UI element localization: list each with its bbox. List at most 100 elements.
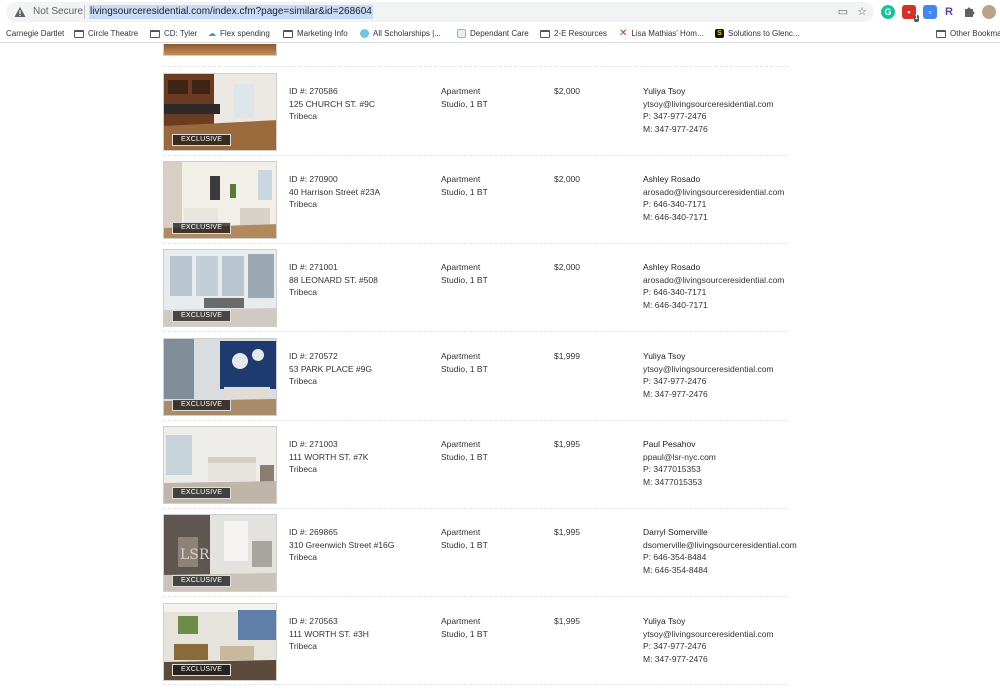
listing-neighborhood: Tribeca [289, 287, 318, 298]
agent-mobile: M: 646-340-7171 [643, 299, 708, 310]
star-icon[interactable]: ☆ [855, 5, 869, 19]
bookmark-marketing-info[interactable]: Marketing Info [283, 27, 348, 40]
cloud-icon: ☁ [208, 29, 216, 38]
listing-address[interactable]: 40 Harrison Street #23A [289, 186, 380, 199]
x-icon: ✕ [619, 28, 628, 39]
listing-photo[interactable]: LSR EXCLUSIVE [163, 514, 277, 592]
listing-type: Apartment [441, 86, 481, 96]
listing-row[interactable]: EXCLUSIVE ID #: 270572 53 PARK PLACE #9G… [163, 338, 813, 426]
exclusive-badge: EXCLUSIVE [172, 310, 232, 322]
listing-row[interactable]: EXCLUSIVE ID #: 270586 125 CHURCH ST. #9… [163, 73, 813, 161]
browser-toolbar: Not Secure livingsourceresidential.com/i… [0, 0, 1000, 24]
listing-id: ID #: 269865 [289, 527, 338, 537]
bookmark-label: Circle Theatre [88, 29, 139, 38]
listing-photo[interactable]: EXCLUSIVE [163, 161, 277, 239]
listing-neighborhood: Tribeca [289, 376, 318, 387]
listing-photo[interactable]: EXCLUSIVE [163, 338, 277, 416]
listing-photo[interactable]: EXCLUSIVE [163, 426, 277, 504]
bookmark-label: Flex spending [220, 29, 270, 38]
listings-container: EXCLUSIVE ID #: 270586 125 CHURCH ST. #9… [0, 44, 1000, 692]
listing-type-info: Apartment Studio, 1 BT [441, 526, 488, 551]
listing-agent-info: Ashley Rosado arosado@livingsourcereside… [643, 261, 784, 311]
listing-neighborhood: Tribeca [289, 464, 318, 475]
listing-row[interactable]: LSR EXCLUSIVE ID #: 269865 310 Greenwich… [163, 514, 813, 602]
extension-badge: 1 [913, 15, 919, 22]
address-bar[interactable]: Not Secure livingsourceresidential.com/i… [6, 2, 874, 22]
bookmark-dependant-care[interactable]: Dependant Care [457, 27, 529, 40]
bookmark-all-scholarships[interactable]: All Scholarships |... [360, 27, 441, 40]
listing-type-info: Apartment Studio, 1 BT [441, 85, 488, 110]
bookmark-label: Solutions to Glenc... [728, 29, 800, 38]
listing-row[interactable]: EXCLUSIVE ID #: 270900 40 Harrison Stree… [163, 161, 813, 249]
grammarly-icon[interactable]: G [881, 5, 895, 19]
listing-type: Apartment [441, 174, 481, 184]
bookmark-label: CD: Tyler [164, 29, 198, 38]
listing-agent-info: Paul Pesahov ppaul@lsr-nyc.com P: 347701… [643, 438, 716, 488]
bookmark-carnegie-dartlet[interactable]: Carnegie Dartlet [6, 27, 64, 40]
listing-address[interactable]: 111 WORTH ST. #3H [289, 628, 369, 641]
bookmark-other-bookmarks[interactable]: Other Bookmarks [936, 27, 1000, 40]
listing-size: Studio, 1 BT [441, 186, 488, 197]
listing-price: $2,000 [554, 86, 580, 96]
bookmark-label: Lisa Mathias' Hom... [631, 29, 704, 38]
extension-blue-icon[interactable]: ▫ [923, 5, 937, 19]
listing-photo[interactable]: EXCLUSIVE [163, 73, 277, 151]
listing-id: ID #: 270572 [289, 351, 338, 361]
listing-row[interactable]: EXCLUSIVE ID #: 271001 88 LEONARD ST. #5… [163, 249, 813, 337]
agent-phone: P: 347-977-2476 [643, 641, 707, 652]
bookmark-circle-theatre[interactable]: Circle Theatre [74, 27, 138, 40]
divider [163, 243, 788, 244]
extension-red-icon[interactable]: ▪ 1 [902, 5, 919, 22]
listing-address[interactable]: 88 LEONARD ST. #508 [289, 274, 378, 287]
bookmark-lisa-mathias[interactable]: ✕ Lisa Mathias' Hom... [619, 27, 704, 40]
puzzle-icon[interactable] [962, 5, 976, 19]
listing-address[interactable]: 111 WORTH ST. #7K [289, 451, 368, 464]
extension-r-icon[interactable]: R [942, 5, 956, 19]
listing-type: Apartment [441, 527, 481, 537]
previous-listing-photo[interactable] [163, 44, 277, 56]
agent-email[interactable]: ytsoy@livingsourceresidential.com [643, 363, 774, 376]
agent-mobile: M: 646-354-8484 [643, 564, 708, 575]
not-secure-label[interactable]: Not Secure [33, 6, 83, 18]
agent-email[interactable]: dsomerville@livingsourceresidential.com [643, 539, 797, 552]
agent-name: Paul Pesahov [643, 439, 696, 449]
listing-info: ID #: 269865 310 Greenwich Street #16G T… [289, 526, 394, 564]
listing-row[interactable]: EXCLUSIVE ID #: 270563 111 WORTH ST. #3H… [163, 603, 813, 691]
listing-address[interactable]: 310 Greenwich Street #16G [289, 539, 394, 552]
bookmark-cd-tyler[interactable]: CD: Tyler [150, 27, 197, 40]
bookmark-solutions-glencoe[interactable]: S Solutions to Glenc... [715, 27, 800, 40]
listing-price: $1,999 [554, 351, 580, 361]
profile-avatar[interactable] [982, 5, 996, 19]
divider [163, 684, 788, 685]
divider [163, 420, 788, 421]
agent-mobile: M: 347-977-2476 [643, 653, 708, 664]
listing-address[interactable]: 125 CHURCH ST. #9C [289, 98, 375, 111]
divider [163, 508, 788, 509]
bookmark-flex-spending[interactable]: ☁ Flex spending [208, 27, 270, 40]
listing-id: ID #: 270586 [289, 86, 338, 96]
agent-phone: P: 646-354-8484 [643, 552, 707, 563]
listing-photo[interactable]: EXCLUSIVE [163, 603, 277, 681]
agent-name: Yuliya Tsoy [643, 616, 686, 626]
divider [163, 331, 788, 332]
doc-icon [457, 29, 466, 38]
agent-mobile: M: 347-977-2476 [643, 123, 708, 134]
listing-price: $2,000 [554, 262, 580, 272]
bookmark-2e-resources[interactable]: 2-E Resources [540, 27, 607, 40]
agent-mobile: M: 3477015353 [643, 476, 703, 487]
cast-icon[interactable]: ▭ [836, 5, 850, 19]
agent-email[interactable]: arosado@livingsourceresidential.com [643, 274, 784, 287]
listing-photo[interactable]: EXCLUSIVE [163, 249, 277, 327]
agent-email[interactable]: ppaul@lsr-nyc.com [643, 451, 716, 464]
listing-address[interactable]: 53 PARK PLACE #9G [289, 363, 372, 376]
url-separator [84, 5, 85, 19]
url-text[interactable]: livingsourceresidential.com/index.cfm?pa… [89, 5, 373, 19]
agent-email[interactable]: ytsoy@livingsourceresidential.com [643, 98, 774, 111]
agent-email[interactable]: ytsoy@livingsourceresidential.com [643, 628, 774, 641]
listing-info: ID #: 270563 111 WORTH ST. #3H Tribeca [289, 615, 369, 653]
warning-icon[interactable] [14, 6, 26, 18]
exclusive-badge: EXCLUSIVE [172, 222, 232, 234]
agent-email[interactable]: arosado@livingsourceresidential.com [643, 186, 784, 199]
listing-size: Studio, 1 BT [441, 628, 488, 639]
listing-row[interactable]: EXCLUSIVE ID #: 271003 111 WORTH ST. #7K… [163, 426, 813, 514]
